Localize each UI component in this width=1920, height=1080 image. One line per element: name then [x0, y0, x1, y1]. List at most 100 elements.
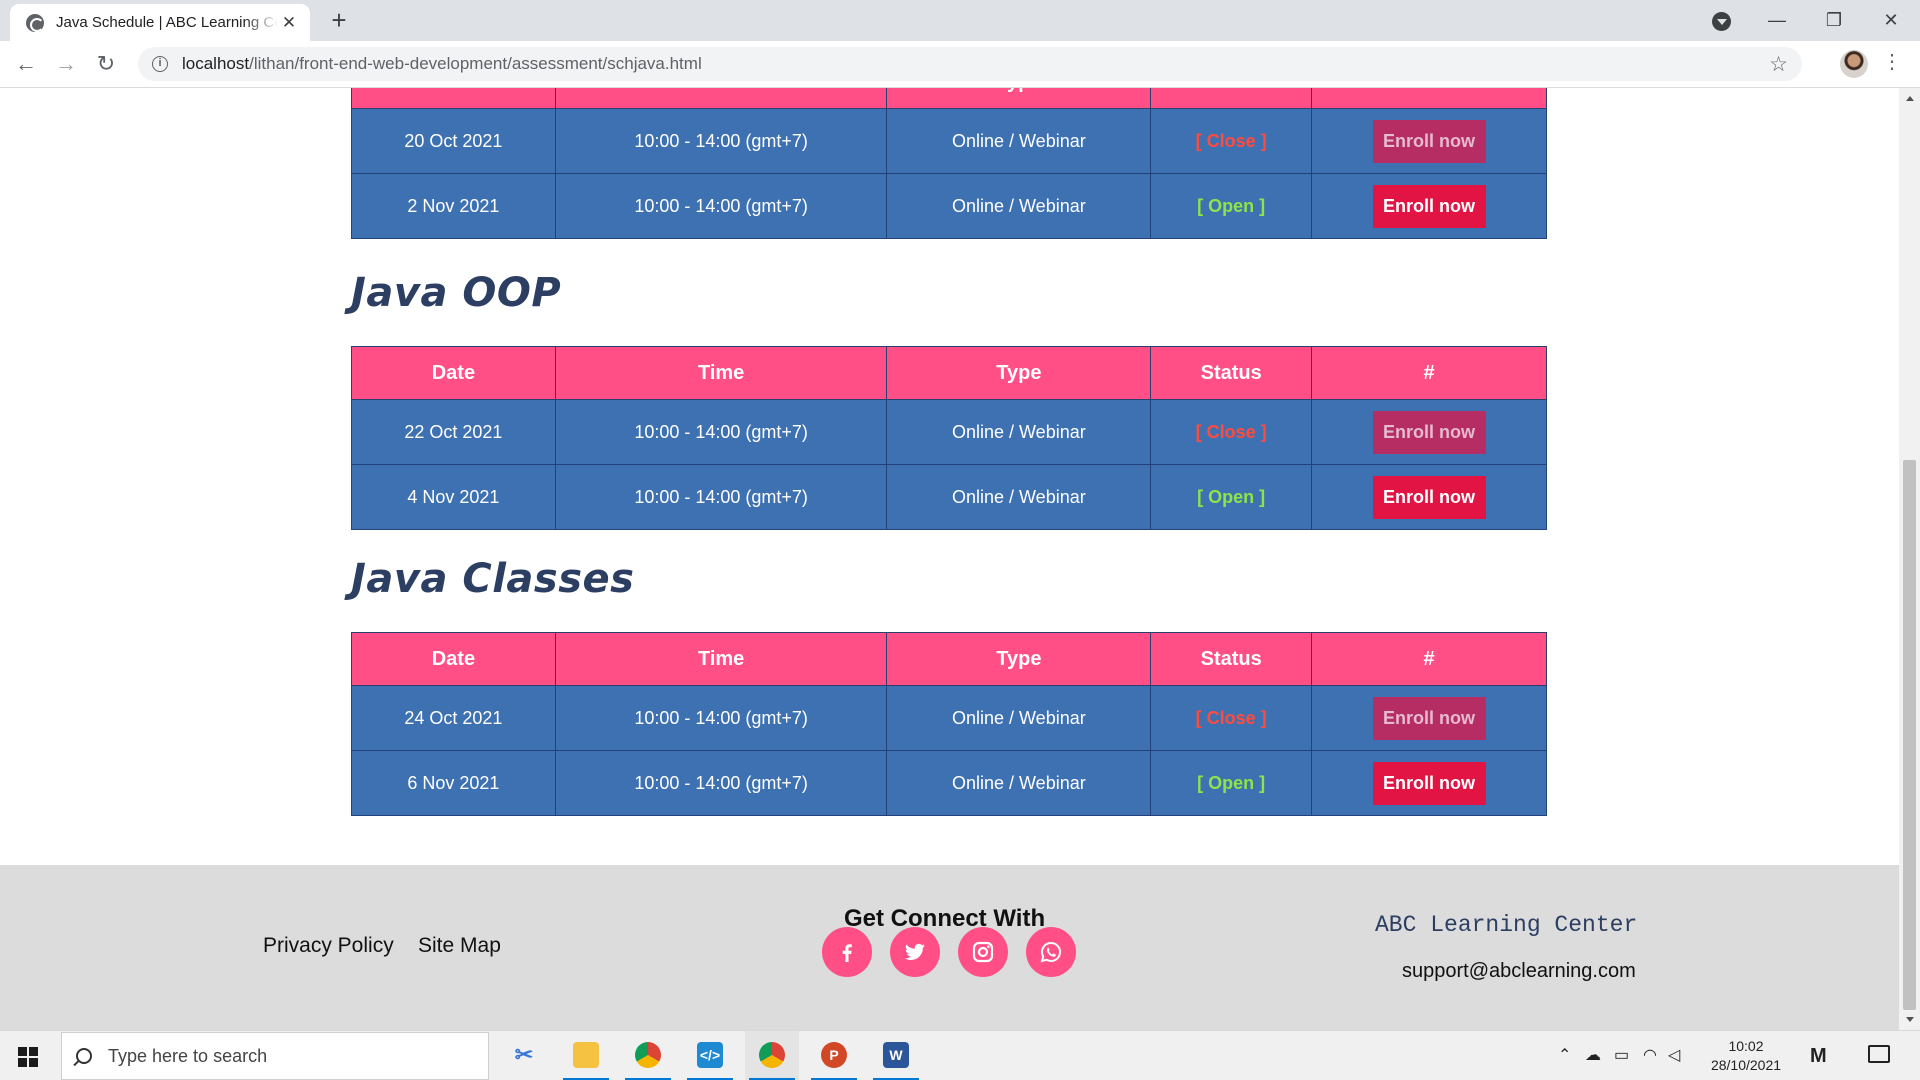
- windows-start-icon[interactable]: [18, 1047, 38, 1067]
- vscode-icon: </>: [697, 1042, 723, 1068]
- header-action: #: [1311, 88, 1547, 109]
- cell-type: Online / Webinar: [886, 173, 1152, 239]
- table-row: 2 Nov 2021 10:00 - 14:00 (gmt+7) Online …: [351, 173, 1547, 239]
- restore-button[interactable]: ❐: [1806, 0, 1862, 41]
- status-open-badge: [ Open ]: [1197, 195, 1266, 216]
- enroll-now-button[interactable]: Enroll now: [1372, 184, 1486, 228]
- volume-icon[interactable]: ◁: [1668, 1045, 1680, 1065]
- taskbar-powerpoint[interactable]: P: [807, 1031, 861, 1080]
- privacy-policy-link[interactable]: Privacy Policy: [263, 934, 394, 958]
- browser-toolbar: ← → ↻ i localhost/lithan/front-end-web-d…: [0, 41, 1920, 88]
- enroll-now-button[interactable]: Enroll now: [1372, 410, 1486, 454]
- cell-action: Enroll now: [1311, 464, 1547, 530]
- taskbar-word[interactable]: W: [869, 1031, 923, 1080]
- enroll-now-button[interactable]: Enroll now: [1372, 761, 1486, 805]
- wifi-icon[interactable]: ◠: [1643, 1045, 1657, 1065]
- taskbar-snip-app[interactable]: ✂: [497, 1031, 551, 1080]
- scroll-up-arrow-icon[interactable]: [1906, 96, 1914, 101]
- clock-time: 10:02: [1728, 1038, 1764, 1054]
- notification-center-icon[interactable]: [1868, 1045, 1890, 1063]
- profile-avatar[interactable]: [1840, 50, 1868, 78]
- table-row: 6 Nov 2021 10:00 - 14:00 (gmt+7) Online …: [351, 750, 1547, 816]
- show-hidden-icons-chevron-icon[interactable]: ⌃: [1558, 1045, 1571, 1065]
- cell-action: Enroll now: [1311, 108, 1547, 174]
- header-status: Status: [1150, 346, 1313, 400]
- header-status: Status: [1150, 88, 1313, 109]
- new-tab-button[interactable]: +: [325, 6, 353, 34]
- tab-search-icon[interactable]: [1712, 12, 1731, 31]
- header-status: Status: [1150, 632, 1313, 686]
- cell-status: [ Close ]: [1150, 685, 1313, 751]
- section-title-java-classes: Java Classes: [351, 556, 635, 602]
- schedule-table-java-classes: Date Time Type Status # 24 Oct 2021 10:0…: [351, 632, 1547, 816]
- cell-action: Enroll now: [1311, 750, 1547, 816]
- url-path: /lithan/front-end-web-development/assess…: [249, 54, 702, 73]
- header-type: Type: [886, 88, 1152, 109]
- globe-icon: [26, 13, 44, 32]
- footer-brand: ABC Learning Center: [1375, 912, 1638, 938]
- cell-date: 4 Nov 2021: [351, 464, 556, 530]
- reload-icon[interactable]: ↻: [90, 48, 122, 80]
- address-bar[interactable]: i localhost/lithan/front-end-web-develop…: [138, 47, 1802, 81]
- cell-action: Enroll now: [1311, 685, 1547, 751]
- header-date: Date: [351, 346, 556, 400]
- cell-type: Online / Webinar: [886, 399, 1152, 465]
- onedrive-cloud-icon[interactable]: ☁: [1585, 1045, 1601, 1065]
- header-type: Type: [886, 346, 1152, 400]
- schedule-table-java-basics: Date Time Type Status # 20 Oct 2021 10:0…: [351, 88, 1547, 239]
- taskbar-vscode[interactable]: </>: [683, 1031, 737, 1080]
- page-scrollbar[interactable]: [1899, 88, 1920, 1030]
- scissors-icon: ✂: [514, 1042, 534, 1067]
- tab-close-icon[interactable]: ✕: [278, 12, 300, 34]
- table-row: 20 Oct 2021 10:00 - 14:00 (gmt+7) Online…: [351, 108, 1547, 174]
- site-map-link[interactable]: Site Map: [418, 934, 501, 958]
- header-time: Time: [554, 346, 888, 400]
- menu-kebab-icon[interactable]: ⋮: [1882, 49, 1902, 74]
- taskbar-chrome-active[interactable]: [745, 1031, 799, 1080]
- status-close-badge: [ Close ]: [1195, 421, 1267, 442]
- status-open-badge: [ Open ]: [1197, 772, 1266, 793]
- cell-type: Online / Webinar: [886, 685, 1152, 751]
- cell-time: 10:00 - 14:00 (gmt+7): [554, 399, 888, 465]
- page-viewport: Date Time Type Status # 20 Oct 2021 10:0…: [0, 88, 1899, 1030]
- chrome-icon: [759, 1042, 785, 1068]
- taskbar-chrome-app[interactable]: [621, 1031, 675, 1080]
- status-close-badge: [ Close ]: [1195, 707, 1267, 728]
- taskbar-clock[interactable]: 10:02 28/10/2021: [1706, 1037, 1786, 1075]
- windows-taskbar: Type here to search ✂ </> P W ⌃ ☁ ▭ ◠ ◁ …: [0, 1030, 1920, 1080]
- back-arrow-icon[interactable]: ←: [10, 48, 42, 80]
- table-header-row: Date Time Type Status #: [351, 346, 1547, 400]
- cell-time: 10:00 - 14:00 (gmt+7): [554, 108, 888, 174]
- status-open-badge: [ Open ]: [1197, 486, 1266, 507]
- tab-title: Java Schedule | ABC Learning Center: [56, 14, 278, 31]
- facebook-icon[interactable]: [822, 927, 872, 977]
- browser-tab[interactable]: Java Schedule | ABC Learning Center ✕: [10, 4, 310, 41]
- enroll-now-button[interactable]: Enroll now: [1372, 119, 1486, 163]
- twitter-icon[interactable]: [890, 927, 940, 977]
- battery-icon[interactable]: ▭: [1614, 1045, 1629, 1065]
- cell-date: 6 Nov 2021: [351, 750, 556, 816]
- taskbar-search-box[interactable]: Type here to search: [61, 1032, 489, 1080]
- connect-heading: Get Connect With: [844, 905, 1046, 932]
- status-close-badge: [ Close ]: [1195, 130, 1267, 151]
- minimize-button[interactable]: —: [1749, 0, 1805, 41]
- taskbar-file-explorer[interactable]: [559, 1031, 613, 1080]
- instagram-icon[interactable]: [958, 927, 1008, 977]
- enroll-now-button[interactable]: Enroll now: [1372, 696, 1486, 740]
- bookmark-star-icon[interactable]: ☆: [1769, 52, 1788, 77]
- site-info-icon[interactable]: i: [152, 56, 168, 72]
- scroll-down-arrow-icon[interactable]: [1906, 1017, 1914, 1022]
- cell-status: [ Open ]: [1150, 173, 1313, 239]
- enroll-now-button[interactable]: Enroll now: [1372, 475, 1486, 519]
- powerpoint-icon: P: [821, 1042, 847, 1068]
- forward-arrow-icon[interactable]: →: [50, 48, 82, 80]
- medium-app-icon[interactable]: M: [1810, 1045, 1827, 1068]
- browser-tab-strip: Java Schedule | ABC Learning Center ✕ + …: [0, 0, 1920, 41]
- scrollbar-thumb[interactable]: [1903, 460, 1916, 1010]
- whatsapp-icon[interactable]: [1026, 927, 1076, 977]
- cell-type: Online / Webinar: [886, 464, 1152, 530]
- close-window-button[interactable]: ✕: [1863, 0, 1919, 41]
- cell-status: [ Open ]: [1150, 464, 1313, 530]
- cell-time: 10:00 - 14:00 (gmt+7): [554, 750, 888, 816]
- cell-type: Online / Webinar: [886, 750, 1152, 816]
